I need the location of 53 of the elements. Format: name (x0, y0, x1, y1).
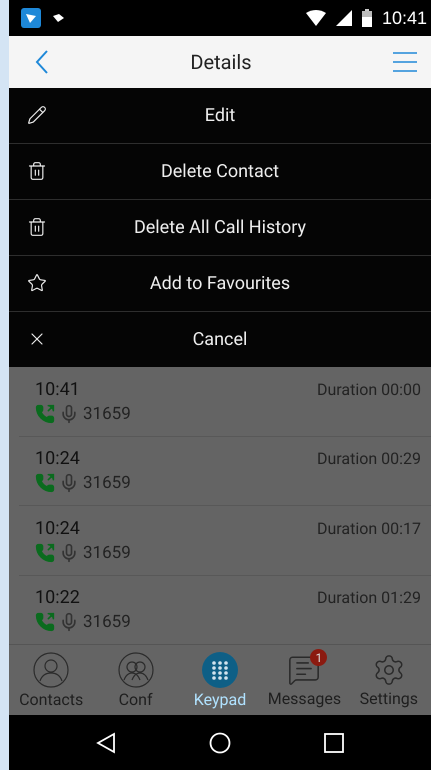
tab-label: Keypad (194, 690, 246, 708)
call-history-row[interactable]: 10:41 Duration 00:00 31659 (19, 367, 431, 436)
star-icon (27, 273, 47, 293)
call-duration: Duration 00:17 (316, 518, 421, 538)
tab-label: Contacts (19, 690, 84, 708)
pencil-icon (27, 105, 47, 125)
call-number: 31659 (83, 542, 131, 563)
recent-apps-icon[interactable] (324, 732, 344, 752)
menu-item[interactable]: Delete All Call History (9, 200, 431, 256)
app-icon (21, 8, 41, 28)
call-number: 31659 (83, 404, 131, 424)
status-time: 10:41 (382, 8, 427, 28)
tab-label: Settings (360, 688, 418, 708)
call-time: 10:24 (35, 448, 80, 470)
call-time: 10:24 (35, 518, 80, 539)
screen-title: Details (190, 50, 252, 74)
home-icon[interactable] (208, 732, 231, 754)
signal-icon (336, 10, 352, 26)
tab[interactable]: 1 Messages (262, 645, 347, 715)
keypad-icon (202, 652, 238, 688)
call-history-row[interactable]: 10:24 Duration 00:17 31659 (19, 506, 431, 576)
person-icon (33, 652, 70, 688)
battery-icon (362, 9, 372, 27)
call-number: 31659 (83, 473, 131, 494)
notification-icon (51, 13, 65, 23)
tab-label: Messages (268, 688, 342, 708)
call-duration: Duration 00:29 (316, 449, 421, 468)
outgoing-call-icon (35, 404, 55, 424)
outgoing-call-icon (35, 612, 55, 632)
call-duration: Duration 00:00 (316, 380, 421, 399)
menu-item[interactable]: Edit (9, 88, 431, 144)
call-number: 31659 (83, 612, 131, 632)
menu-icon[interactable] (392, 52, 417, 72)
unread-badge: 1 (310, 649, 328, 666)
call-history-row[interactable]: 10:24 Duration 00:29 31659 (19, 436, 431, 506)
call-duration: Duration 01:29 (316, 588, 421, 608)
tab-label: Conf (118, 690, 153, 708)
outgoing-call-icon (35, 542, 55, 563)
trash-icon (27, 217, 47, 237)
outgoing-call-icon (35, 473, 55, 494)
call-history-row[interactable]: 10:22 Duration 01:29 31659 (19, 576, 431, 644)
tab[interactable]: Conf (93, 645, 178, 715)
tab[interactable]: Keypad (178, 645, 262, 715)
call-time: 10:41 (35, 378, 80, 400)
trash-icon (27, 161, 47, 181)
tab[interactable]: Contacts (9, 645, 94, 715)
menu-item[interactable]: Add to Favourites (9, 256, 431, 312)
menu-item[interactable]: Delete Contact (9, 144, 431, 200)
people-icon (118, 652, 154, 688)
wifi-icon (306, 10, 326, 26)
tab[interactable]: Settings (346, 645, 431, 715)
menu-item[interactable]: Cancel (9, 312, 431, 367)
call-time: 10:22 (35, 587, 80, 608)
